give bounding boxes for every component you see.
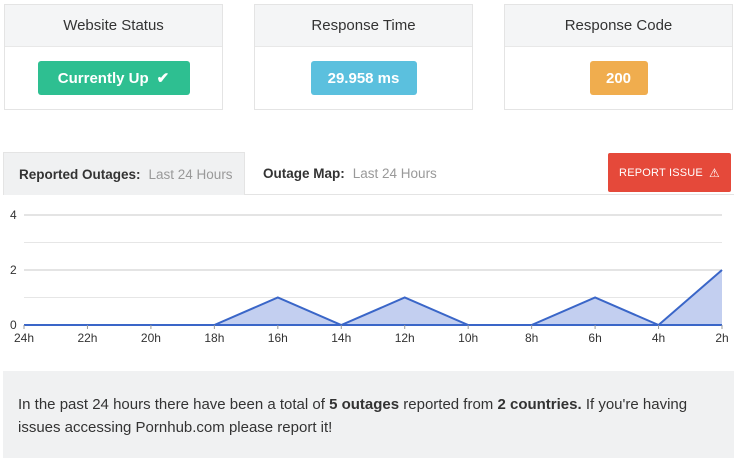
x-tick-label: 16h — [268, 331, 288, 345]
x-tick-label: 22h — [77, 331, 97, 345]
x-tick-label: 2h — [715, 331, 728, 345]
x-tick-label: 24h — [14, 331, 34, 345]
x-tick-label: 10h — [458, 331, 478, 345]
report-issue-button[interactable]: REPORT ISSUE ⚠ — [608, 153, 731, 192]
response-code-title: Response Code — [505, 5, 732, 47]
tab-reported-outages-label: Reported Outages: — [19, 166, 141, 182]
outages-chart: 4 2 024h 22h 20h 18h 16h 14h 12h 10h 8h 6h 4h 2h — [10, 208, 729, 345]
y-tick-label: 4 — [10, 208, 17, 222]
checkmark-icon: ✔ — [156, 70, 170, 87]
report-issue-label: REPORT ISSUE — [619, 166, 703, 179]
summary-text-2: reported from — [399, 396, 498, 413]
y-tick-label: 2 — [10, 263, 17, 277]
x-tick-label: 4h — [652, 331, 665, 345]
website-status-card: Website Status Currently Up ✔ — [4, 4, 223, 110]
response-time-title: Response Time — [255, 5, 472, 47]
tab-outage-map-label: Outage Map: — [263, 166, 345, 181]
response-code-badge: 200 — [589, 61, 648, 95]
response-time-badge: 29.958 ms — [310, 61, 417, 95]
summary-outages: 5 outages — [329, 396, 400, 413]
tab-reported-outages-sub: Last 24 Hours — [148, 166, 233, 182]
tab-outage-map[interactable]: Outage Map: Last 24 Hours — [263, 152, 437, 195]
x-tick-label: 8h — [525, 331, 538, 345]
summary-text-1: In the past 24 hours there have been a t… — [18, 396, 330, 413]
tab-outage-map-sub: Last 24 Hours — [352, 166, 437, 181]
summary-countries: 2 countries. — [497, 396, 582, 413]
tab-reported-outages[interactable]: Reported Outages: Last 24 Hours — [3, 152, 245, 195]
x-tick-label: 12h — [395, 331, 415, 345]
x-tick-label: 14h — [331, 331, 351, 345]
website-status-title: Website Status — [5, 5, 222, 47]
y-tick-label: 0 — [10, 318, 17, 332]
x-tick-label: 6h — [588, 331, 601, 345]
warning-icon: ⚠ — [708, 165, 720, 180]
x-tick-label: 18h — [204, 331, 224, 345]
x-tick-label: 20h — [141, 331, 161, 345]
outage-summary: In the past 24 hours there have been a t… — [3, 371, 734, 458]
response-time-card: Response Time 29.958 ms — [254, 4, 473, 110]
response-code-card: Response Code 200 — [504, 4, 733, 110]
status-value: Currently Up — [57, 69, 149, 87]
status-badge: Currently Up ✔ — [37, 61, 190, 95]
